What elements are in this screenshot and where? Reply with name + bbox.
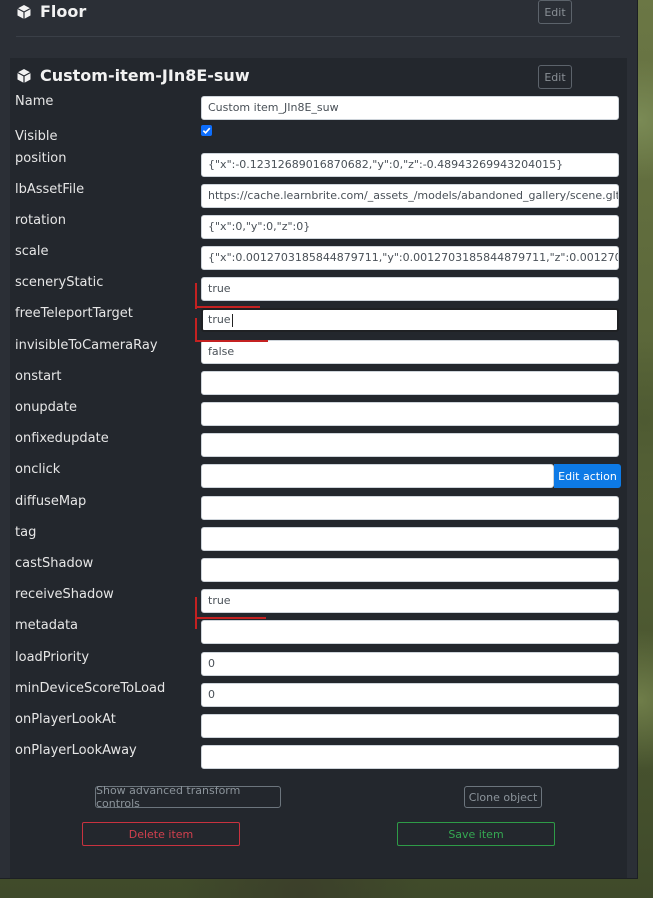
floor-title: Floor (16, 2, 86, 21)
delete-item-button[interactable]: Delete item (82, 822, 240, 846)
row-tag: tag (15, 525, 621, 551)
row-position: position {"x":-0.12312689016870682,"y":0… (15, 151, 621, 177)
annotation-mark (196, 617, 266, 619)
onplayerlookat-input[interactable] (201, 714, 619, 738)
lbassetfile-input[interactable]: https://cache.learnbrite.com/_assets_/mo… (201, 184, 619, 208)
receiveshadow-input[interactable]: true (201, 589, 619, 613)
cube-icon (17, 68, 31, 83)
item-edit-button[interactable]: Edit (538, 65, 572, 89)
onstart-input[interactable] (201, 371, 619, 395)
row-diffusemap: diffuseMap (15, 494, 621, 520)
field-label: metadata (15, 618, 79, 633)
cube-icon (17, 4, 31, 19)
field-label: Name (15, 94, 54, 109)
field-label: freeTeleportTarget (15, 306, 133, 321)
clone-object-button[interactable]: Clone object (464, 786, 542, 808)
row-metadata: metadata (15, 618, 621, 644)
floor-header: Floor Edit (16, 0, 620, 37)
field-label: onfixedupdate (15, 431, 109, 446)
row-name: Name Custom item_JIn8E_suw (15, 94, 621, 120)
annotation-mark (196, 340, 268, 342)
onupdate-input[interactable] (201, 402, 619, 426)
invisibletocameraray-input[interactable]: false (201, 340, 619, 364)
row-onclick: onclick Edit action (15, 462, 621, 488)
field-label: tag (15, 525, 37, 540)
inspector-panel: Floor Edit Custom-item-JIn8E-suw Edit Na… (0, 0, 638, 879)
position-input[interactable]: {"x":-0.12312689016870682,"y":0,"z":-0.4… (201, 153, 619, 177)
row-onplayerlookat: onPlayerLookAt (15, 712, 621, 738)
field-label: sceneryStatic (15, 275, 104, 290)
field-label: Visible (15, 129, 58, 144)
field-label: position (15, 151, 67, 166)
onclick-input[interactable] (201, 464, 554, 488)
field-label: lbAssetFile (15, 182, 85, 197)
annotation-mark (196, 306, 260, 308)
show-advanced-transform-button[interactable]: Show advanced transform controls (95, 784, 281, 810)
row-onplayerlookaway: onPlayerLookAway (15, 743, 621, 769)
castshadow-input[interactable] (201, 558, 619, 582)
edit-action-button[interactable]: Edit action (554, 464, 621, 488)
field-value: true (208, 313, 231, 326)
field-label: onupdate (15, 400, 77, 415)
diffusemap-input[interactable] (201, 496, 619, 520)
floor-edit-button[interactable]: Edit (538, 0, 572, 24)
save-item-button[interactable]: Save item (397, 822, 555, 846)
onplayerlookaway-input[interactable] (201, 745, 619, 769)
field-label: invisibleToCameraRay (15, 338, 158, 353)
row-loadpriority: loadPriority 0 (15, 650, 621, 676)
field-label: minDeviceScoreToLoad (15, 681, 166, 696)
annotation-mark (195, 597, 197, 629)
floor-title-text: Floor (40, 2, 87, 21)
row-rotation: rotation {"x":0,"y":0,"z":0} (15, 213, 621, 239)
item-title: Custom-item-JIn8E-suw (16, 66, 250, 85)
loadpriority-input[interactable]: 0 (201, 652, 619, 676)
row-castshadow: castShadow (15, 556, 621, 582)
field-label: onPlayerLookAway (15, 743, 137, 758)
field-label: castShadow (15, 556, 94, 571)
row-invisibletocameraray: invisibleToCameraRay false (15, 338, 621, 364)
tag-input[interactable] (201, 527, 619, 551)
field-label: onclick (15, 462, 61, 477)
field-label: scale (15, 244, 49, 259)
field-label: rotation (15, 213, 66, 228)
row-scenerystatic: sceneryStatic true (15, 275, 621, 301)
row-visible: Visible (15, 125, 621, 155)
name-input[interactable]: Custom item_JIn8E_suw (201, 96, 619, 120)
onfixedupdate-input[interactable] (201, 433, 619, 457)
scale-input[interactable]: {"x":0.0012703185844879711,"y":0.0012703… (201, 246, 619, 270)
row-receiveshadow: receiveShadow true (15, 587, 621, 613)
mindevicescoretoload-input[interactable]: 0 (201, 683, 619, 707)
item-title-text: Custom-item-JIn8E-suw (40, 66, 250, 85)
row-lbassetfile: lbAssetFile https://cache.learnbrite.com… (15, 182, 621, 208)
row-scale: scale {"x":0.0012703185844879711,"y":0.0… (15, 244, 621, 270)
field-label: receiveShadow (15, 587, 114, 602)
freeteleporttarget-input[interactable]: true (201, 308, 619, 332)
checkmark-icon (202, 127, 211, 135)
annotation-mark (195, 318, 197, 342)
row-freeteleporttarget: freeTeleportTarget true (15, 306, 621, 332)
scenerystatic-input[interactable]: true (201, 277, 619, 301)
field-label: onstart (15, 369, 62, 384)
visible-checkbox[interactable] (201, 125, 212, 136)
row-onfixedupdate: onfixedupdate (15, 431, 621, 457)
metadata-input[interactable] (201, 620, 619, 644)
row-onstart: onstart (15, 369, 621, 395)
row-mindevicescoretoload: minDeviceScoreToLoad 0 (15, 681, 621, 707)
field-label: loadPriority (15, 650, 90, 665)
row-onupdate: onupdate (15, 400, 621, 426)
text-caret (231, 313, 233, 327)
field-label: onPlayerLookAt (15, 712, 116, 727)
field-label: diffuseMap (15, 494, 87, 509)
rotation-input[interactable]: {"x":0,"y":0,"z":0} (201, 215, 619, 239)
